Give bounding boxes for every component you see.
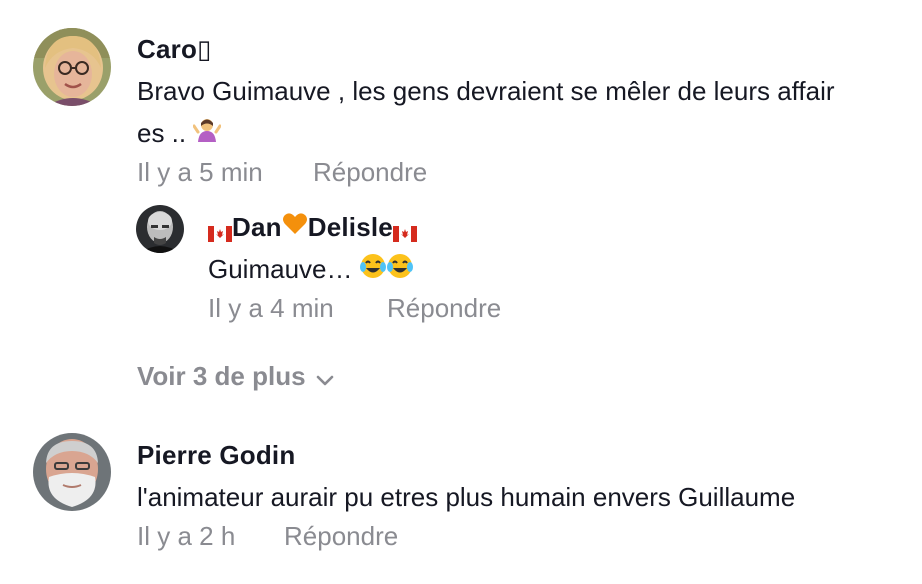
comments-screen: Caro▯ Bravo Guimauve , les gens devraien… bbox=[0, 0, 922, 584]
reply-button[interactable]: Répondre bbox=[313, 157, 427, 188]
face-with-tears-of-joy-icon bbox=[359, 250, 414, 292]
reply-dan-delisle: Dan Delisle Guimauve… Il y a 4 min Répon… bbox=[0, 200, 922, 330]
comment-text: l'animateur aurair pu etres plus humain … bbox=[137, 482, 796, 512]
comment-time: Il y a 5 min bbox=[137, 157, 263, 187]
avatar[interactable] bbox=[33, 433, 111, 511]
person-shrugging-emoji-icon bbox=[192, 114, 222, 156]
avatar[interactable] bbox=[136, 205, 184, 253]
comment-text-content: Guimauve… bbox=[208, 254, 360, 284]
chevron-down-icon bbox=[316, 363, 334, 394]
comment-time: Il y a 4 min bbox=[208, 293, 334, 323]
comment-text: Guimauve… bbox=[208, 248, 414, 292]
view-more-label: Voir 3 de plus bbox=[137, 361, 306, 391]
comment-text-line2-text: es .. bbox=[137, 118, 194, 148]
orange-heart-icon bbox=[282, 212, 308, 243]
comment-time: Il y a 2 h bbox=[137, 521, 236, 551]
view-more-replies-button[interactable]: Voir 3 de plus bbox=[137, 361, 334, 394]
reply-button[interactable]: Répondre bbox=[387, 293, 501, 324]
comment-text-line1: Bravo Guimauve , les gens devraient se m… bbox=[137, 76, 835, 106]
comment-text-line2: es .. bbox=[137, 112, 835, 156]
canada-flag-icon bbox=[392, 218, 417, 243]
canada-flag-icon bbox=[208, 218, 232, 243]
reply-button[interactable]: Répondre bbox=[284, 521, 398, 552]
comment-caro: Caro▯ Bravo Guimauve , les gens devraien… bbox=[0, 0, 922, 200]
unknown-glyph-icon: ▯ bbox=[197, 34, 212, 64]
comment-text: Bravo Guimauve , les gens devraient se m… bbox=[137, 70, 835, 156]
username-part1: Dan bbox=[232, 212, 282, 242]
username[interactable]: Dan Delisle bbox=[208, 212, 417, 245]
username-part2: Delisle bbox=[307, 212, 393, 242]
comment-pierre-godin: Pierre Godin l'animateur aurair pu etres… bbox=[0, 420, 922, 584]
username-text: Caro bbox=[137, 34, 198, 64]
username[interactable]: Pierre Godin bbox=[137, 440, 295, 471]
username[interactable]: Caro▯ bbox=[137, 34, 212, 65]
avatar[interactable] bbox=[33, 28, 111, 106]
